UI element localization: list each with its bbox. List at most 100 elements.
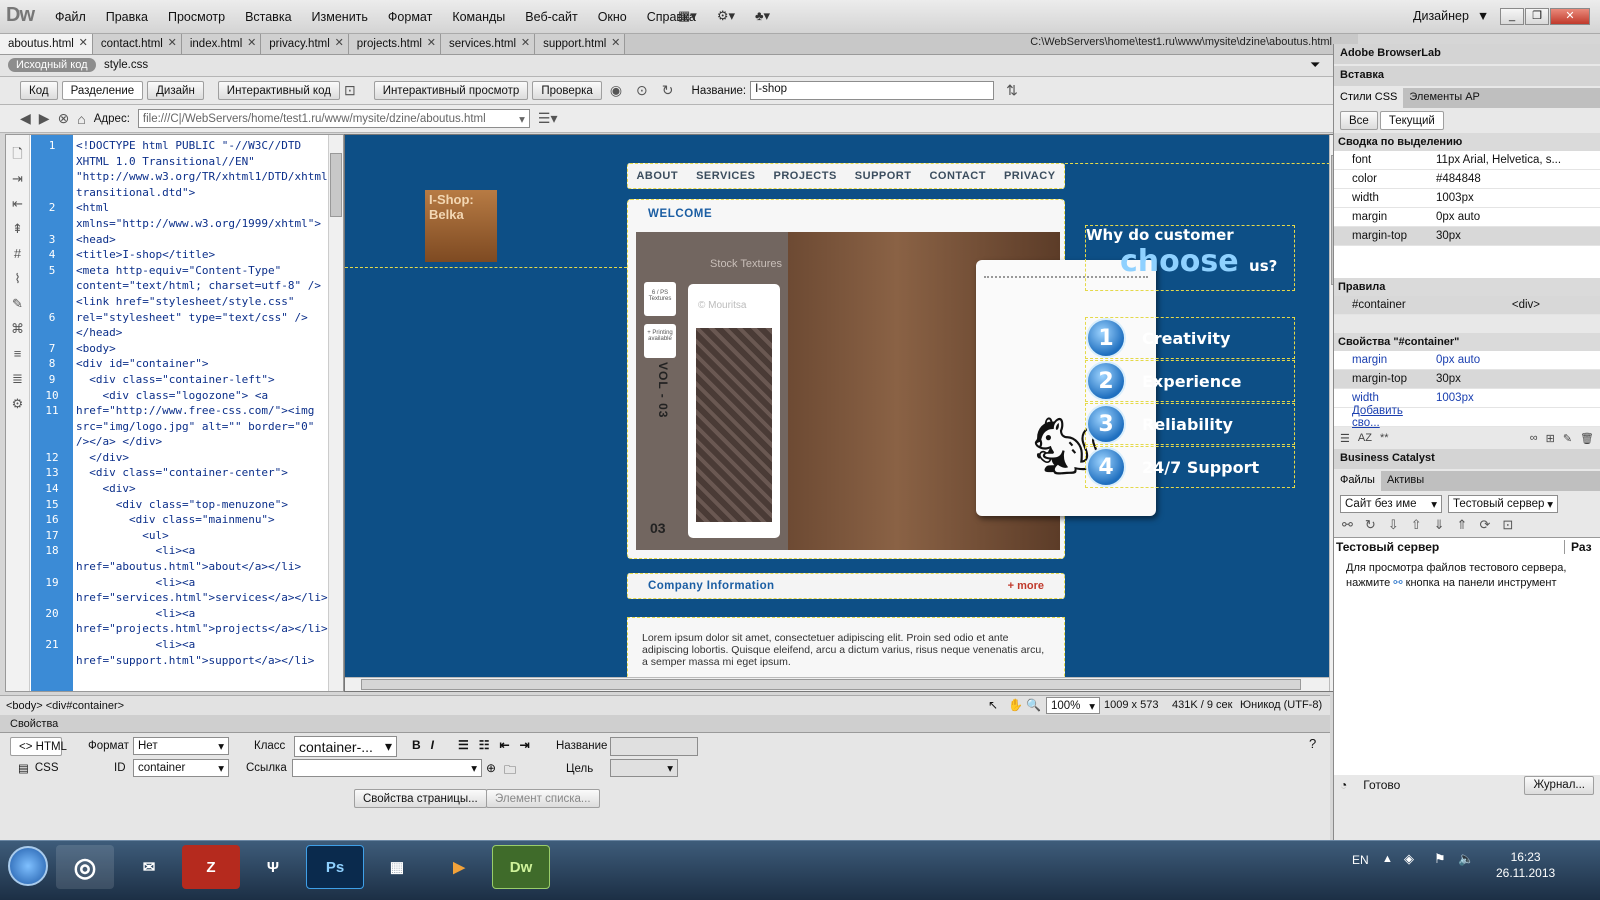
workspace-switcher[interactable]: Дизайнер ▼: [1413, 9, 1489, 23]
filezilla-app[interactable]: Z: [182, 845, 240, 889]
clock[interactable]: 16:23 26.11.2013: [1496, 849, 1555, 881]
menu-commands[interactable]: Команды: [451, 8, 506, 26]
html-mode-button[interactable]: <> HTML: [10, 737, 67, 756]
tab-ap-elements[interactable]: Элементы AP: [1403, 88, 1486, 108]
menu-edit[interactable]: Правка: [105, 8, 149, 26]
browserlab-header[interactable]: Adobe BrowserLab: [1334, 44, 1600, 64]
menu-format[interactable]: Формат: [387, 8, 433, 26]
server-select[interactable]: Тестовый сервер ▾: [1448, 495, 1558, 513]
site-menu-support[interactable]: SUPPORT: [855, 170, 912, 182]
point-to-file-icon[interactable]: ⊕: [486, 761, 496, 775]
app-2[interactable]: ✉: [120, 845, 178, 889]
dreamweaver-app[interactable]: Dw: [492, 845, 550, 889]
file-transfer-icon[interactable]: ⇅: [1006, 82, 1018, 99]
close-icon[interactable]: ✕: [79, 36, 88, 49]
scroll-thumb[interactable]: [361, 679, 1301, 690]
outdent-icon[interactable]: ≣: [6, 366, 29, 391]
hand-tool-icon[interactable]: ✋: [1008, 698, 1023, 712]
design-hscrollbar[interactable]: [345, 677, 1329, 691]
indent-icon[interactable]: ⇥: [520, 738, 530, 752]
link-input[interactable]: ▾: [292, 759, 482, 777]
forward-icon[interactable]: ▶: [39, 110, 50, 127]
close-icon[interactable]: ✕: [247, 36, 256, 49]
new-rule-icon[interactable]: ⊞: [1546, 432, 1555, 445]
close-button[interactable]: ✕: [1550, 8, 1590, 25]
title-input[interactable]: I-shop: [750, 81, 995, 100]
code-editor[interactable]: <!DOCTYPE html PUBLIC "-//W3C//DTD XHTML…: [76, 138, 341, 668]
put-icon[interactable]: ⇧: [1411, 517, 1422, 533]
numbered-list-icon[interactable]: ☷: [479, 738, 490, 752]
rule-row[interactable]: #container <div>: [1334, 296, 1600, 315]
code-pane[interactable]: 🗋 ⇥ ⇤ ⇞ # ⌇ ✎ ⌘ ≡ ≣ ⚙ 1 2 3 4 5 6 7 8 9 10 11 12 13 1…: [5, 134, 344, 692]
site-icon[interactable]: ♣▾: [755, 8, 770, 24]
zoom-tool-icon[interactable]: 🔍: [1026, 698, 1041, 712]
inspect-icon[interactable]: ⊡: [344, 82, 356, 99]
properties-header[interactable]: Свойства: [0, 715, 1330, 733]
scroll-thumb[interactable]: [330, 153, 342, 217]
tab-privacy[interactable]: privacy.html ✕: [261, 34, 349, 54]
set-view-icon[interactable]: **: [1380, 432, 1389, 444]
split-view-button[interactable]: Разделение: [61, 81, 144, 100]
list-item-button[interactable]: Элемент списка...: [486, 789, 600, 808]
start-button[interactable]: [8, 846, 48, 886]
name-input[interactable]: [610, 737, 698, 756]
edit-icon[interactable]: ✎: [1563, 432, 1572, 445]
layout-icon[interactable]: ▦▾: [678, 8, 697, 24]
site-logo[interactable]: I-Shop: Belka: [425, 190, 497, 262]
expand-icon[interactable]: ⇤: [6, 191, 29, 216]
delete-icon[interactable]: 🗑: [1580, 432, 1594, 445]
select-parent-icon[interactable]: ⇞: [6, 216, 29, 241]
live-view-button[interactable]: Интерактивный просмотр: [373, 81, 529, 100]
bold-icon[interactable]: B: [412, 738, 421, 752]
collapse-icon[interactable]: ⇥: [6, 166, 29, 191]
close-icon[interactable]: ✕: [521, 36, 530, 49]
tab-css-styles[interactable]: Стили CSS: [1334, 88, 1404, 108]
bullet-list-icon[interactable]: ☰: [458, 738, 469, 752]
connect-icon[interactable]: ⚯: [1393, 577, 1402, 589]
site-select[interactable]: Сайт без име ▾: [1340, 495, 1442, 513]
browser-preview-icon[interactable]: ◉: [610, 82, 622, 99]
indent-icon[interactable]: ≡: [6, 341, 29, 366]
tab-projects[interactable]: projects.html ✕: [348, 34, 441, 54]
minimize-button[interactable]: _: [1500, 8, 1524, 25]
close-icon[interactable]: ✕: [168, 36, 177, 49]
menu-site[interactable]: Веб-сайт: [524, 8, 578, 26]
menu-window[interactable]: Окно: [597, 8, 628, 26]
snippet-icon[interactable]: ⌘: [6, 316, 29, 341]
format-icon[interactable]: ⚙: [6, 391, 29, 416]
checkout-icon[interactable]: ⇓: [1434, 517, 1445, 533]
category-view-icon[interactable]: ☰: [1340, 432, 1350, 445]
tab-services[interactable]: services.html ✕: [440, 34, 536, 54]
language-indicator[interactable]: EN: [1352, 853, 1369, 867]
tray-app-icon[interactable]: ◈: [1404, 851, 1414, 867]
back-icon[interactable]: ◀: [20, 110, 31, 127]
photoshop-app[interactable]: Ps: [306, 845, 364, 889]
close-icon[interactable]: ✕: [335, 36, 344, 49]
business-catalyst-header[interactable]: Business Catalyst: [1334, 449, 1600, 469]
summary-row[interactable]: font 11px Arial, Helvetica, s...: [1334, 151, 1600, 170]
tray-expand-icon[interactable]: ▲: [1382, 853, 1393, 865]
summary-row[interactable]: color #484848: [1334, 170, 1600, 189]
site-menu-projects[interactable]: PROJECTS: [774, 170, 837, 182]
live-code-button[interactable]: Интерактивный код: [217, 81, 340, 100]
tab-aboutus[interactable]: aboutus.html ✕: [0, 34, 93, 54]
all-button[interactable]: Все: [1340, 111, 1378, 130]
tab-files[interactable]: Файлы: [1334, 471, 1381, 491]
help-icon[interactable]: ?: [1309, 736, 1316, 751]
checkin-icon[interactable]: ⇑: [1457, 517, 1468, 533]
menu-insert[interactable]: Вставка: [244, 8, 292, 26]
more-link[interactable]: + more: [1008, 580, 1044, 592]
site-menu-about[interactable]: ABOUT: [636, 170, 678, 182]
extend-icon[interactable]: ⚙▾: [717, 8, 735, 24]
zoom-select[interactable]: 100% ▾: [1046, 697, 1100, 714]
app-6[interactable]: ▦: [368, 845, 426, 889]
refresh-icon[interactable]: ↻: [1365, 517, 1376, 533]
menu-view[interactable]: Просмотр: [167, 8, 226, 26]
view-options-icon[interactable]: ☰▾: [538, 110, 558, 127]
address-input[interactable]: file:///C|/WebServers/home/test1.ru/www/…: [137, 109, 530, 128]
maximize-button[interactable]: ❐: [1525, 8, 1549, 25]
menu-file[interactable]: Файл: [54, 8, 87, 26]
log-button[interactable]: Журнал...: [1524, 775, 1594, 795]
source-code-button[interactable]: Исходный код: [8, 58, 96, 72]
related-css-link[interactable]: style.css: [104, 59, 148, 71]
